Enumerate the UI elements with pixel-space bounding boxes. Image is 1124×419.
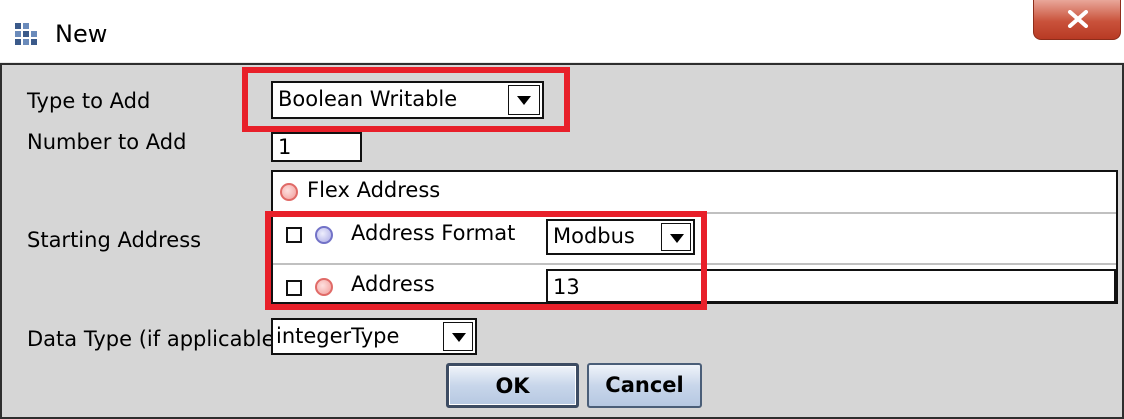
starting-address-label: Starting Address [27,228,202,252]
address-value: 13 [553,275,580,299]
address-format-value: Modbus [553,224,635,248]
cancel-button[interactable]: Cancel [587,363,702,408]
row-divider [273,212,1116,214]
data-type-select[interactable]: integerType [271,318,477,355]
address-checkbox[interactable] [286,280,302,296]
form-panel: Type to Add Boolean Writable Number to A… [0,63,1124,419]
address-format-select[interactable]: Modbus [546,219,695,255]
type-to-add-value: Boolean Writable [278,87,458,111]
address-format-label: Address Format [351,221,516,245]
chevron-down-icon[interactable] [508,85,540,115]
number-to-add-input[interactable]: 1 [271,132,362,162]
flex-address-label: Flex Address [307,178,441,202]
type-to-add-label: Type to Add [27,89,151,113]
address-property-sheet: Flex Address Address Format Modbus Addre… [271,170,1118,304]
data-type-label: Data Type (if applicable) [27,327,283,351]
row-divider [273,263,1116,265]
ok-button[interactable]: OK [446,363,579,408]
close-icon [1068,10,1088,28]
window-title: New [55,20,108,48]
chevron-down-icon[interactable] [661,223,691,251]
grid-icon [15,23,37,45]
address-input[interactable]: 13 [546,269,1116,303]
number-to-add-value: 1 [278,135,292,159]
number-to-add-label: Number to Add [27,130,187,154]
new-dialog: New Type to Add Boolean Writable Number … [0,0,1124,419]
address-format-checkbox[interactable] [286,227,302,243]
address-status-icon [315,278,333,296]
data-type-value: integerType [276,324,400,348]
type-to-add-select[interactable]: Boolean Writable [271,81,544,119]
address-format-status-icon [315,226,333,244]
flex-address-status-icon [280,183,298,201]
title-bar[interactable]: New [0,0,1124,63]
chevron-down-icon[interactable] [443,322,473,351]
close-button[interactable] [1033,0,1121,40]
address-label: Address [351,272,435,296]
